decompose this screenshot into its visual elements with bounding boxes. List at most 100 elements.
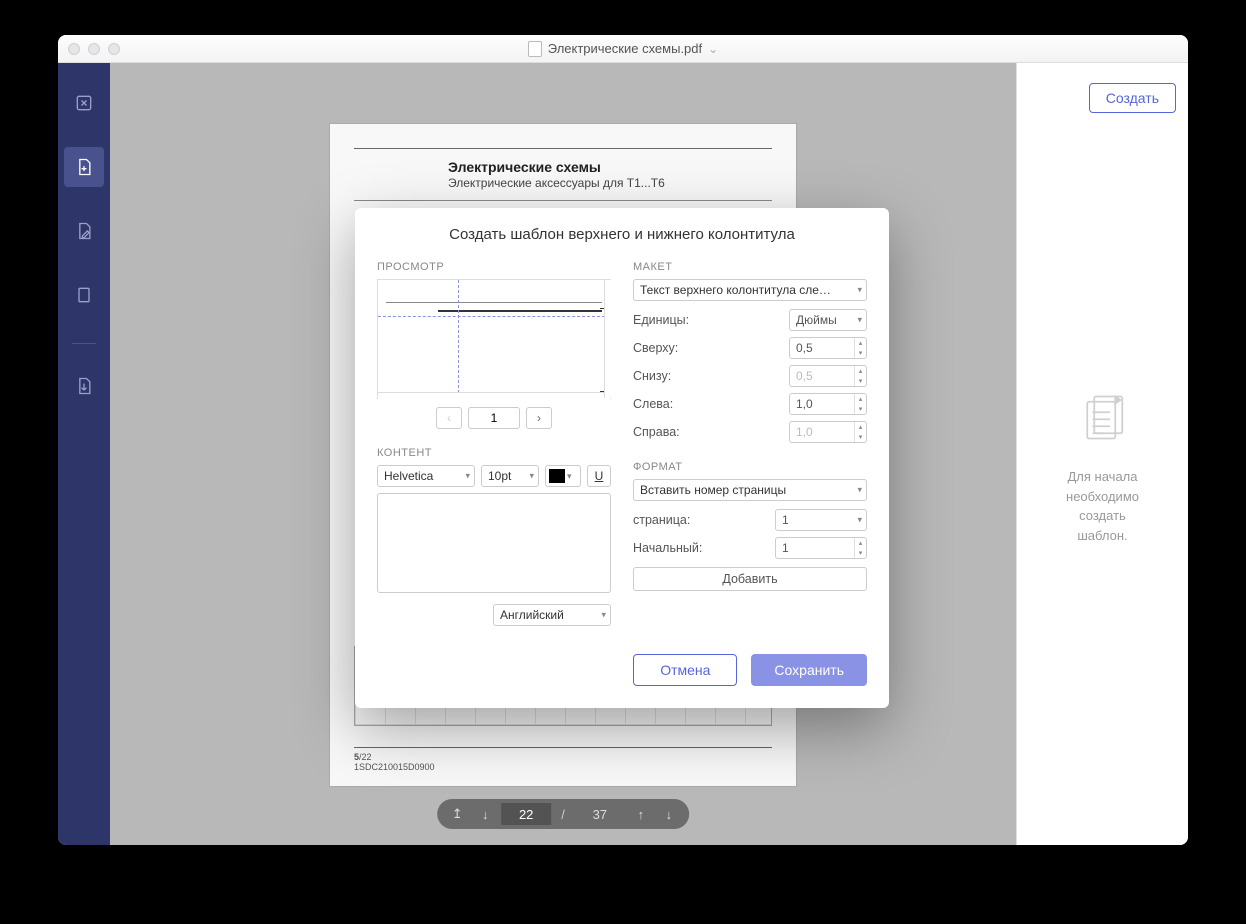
units-label: Единицы: (633, 313, 689, 327)
units-value: Дюймы (796, 313, 837, 327)
save-button[interactable]: Сохранить (751, 654, 867, 686)
section-preview-label: ПРОСМОТР (377, 261, 611, 273)
stepper-up-icon[interactable]: ▴ (855, 422, 866, 432)
units-select[interactable]: Дюймы ▾ (789, 309, 867, 331)
stepper-down-icon[interactable]: ▾ (855, 404, 866, 414)
format-page-select[interactable]: 1 ▾ (775, 509, 867, 531)
format-start-input[interactable]: 1 ▴▾ (775, 537, 867, 559)
pager-separator: / (555, 807, 571, 822)
pager-current-input[interactable] (501, 803, 551, 825)
format-start-value: 1 (782, 541, 789, 555)
font-select[interactable]: Helvetica ▾ (377, 465, 475, 487)
chevron-down-icon: ▾ (857, 285, 862, 296)
doc-footer-code: 1SDC​210015D0900 (354, 762, 435, 772)
sidebar-page-tool[interactable] (64, 275, 104, 315)
empty-line-2: необходимо (1066, 489, 1139, 504)
header-footer-dialog: Создать шаблон верхнего и нижнего колонт… (355, 208, 889, 708)
pager-up-icon[interactable]: ↑ (629, 802, 653, 826)
sidebar-export-tool[interactable] (64, 366, 104, 406)
pager-down-icon[interactable]: ↓ (657, 802, 681, 826)
font-size-select[interactable]: 10pt ▾ (481, 465, 539, 487)
dialog-title: Создать шаблон верхнего и нижнего колонт… (377, 226, 867, 243)
doc-page-title: Электрические схемы (448, 159, 772, 175)
margin-right-value: 1,0 (796, 425, 813, 439)
titlebar: Электрические схемы.pdf ⌄ (58, 35, 1188, 63)
section-layout-label: МАКЕТ (633, 261, 867, 273)
pager-total: 37 (575, 807, 625, 822)
chevron-down-icon: ▾ (529, 471, 534, 482)
sidebar-add-page-tool[interactable] (64, 147, 104, 187)
sidebar-edit-page-tool[interactable] (64, 211, 104, 251)
stepper-down-icon[interactable]: ▾ (855, 432, 866, 442)
margin-bottom-label: Снизу: (633, 369, 671, 383)
stepper-up-icon[interactable]: ▴ (855, 394, 866, 404)
empty-line-3: создать (1079, 508, 1126, 523)
cancel-button[interactable]: Отмена (633, 654, 737, 686)
language-value: Английский (500, 608, 564, 622)
margin-bottom-input[interactable]: 0,5 ▴▾ (789, 365, 867, 387)
header-position-select[interactable]: Текст верхнего колонтитула сле… ▾ (633, 279, 867, 301)
stepper-down-icon[interactable]: ▾ (855, 376, 866, 386)
margin-left-label: Слева: (633, 397, 673, 411)
templates-empty-icon (1075, 393, 1131, 449)
header-position-value: Текст верхнего колонтитула сле… (640, 283, 831, 297)
font-color-select[interactable]: ▾ (545, 465, 581, 487)
window-title-text: Электрические схемы.pdf (548, 41, 702, 56)
chevron-down-icon: ▾ (601, 610, 606, 621)
title-chevron-icon[interactable]: ⌄ (708, 42, 718, 56)
chevron-down-icon: ▾ (857, 315, 862, 326)
doc-footer-total: /22 (359, 752, 372, 762)
margin-right-label: Справа: (633, 425, 680, 439)
document-icon (528, 41, 542, 57)
format-add-button[interactable]: Добавить (633, 567, 867, 591)
stepper-up-icon[interactable]: ▴ (855, 366, 866, 376)
section-content-label: КОНТЕНТ (377, 447, 611, 459)
chevron-down-icon: ▾ (465, 471, 470, 482)
preview-prev-button[interactable]: ‹ (436, 407, 462, 429)
bottom-pager: ↥ ↓ / 37 ↑ ↓ (437, 799, 689, 829)
margin-top-value: 0,5 (796, 341, 813, 355)
empty-line-1: Для начала (1068, 469, 1138, 484)
format-page-label: страница: (633, 513, 690, 527)
margin-right-input[interactable]: 1,0 ▴▾ (789, 421, 867, 443)
stepper-down-icon[interactable]: ▾ (855, 548, 866, 558)
doc-page-subtitle: Электрические аксессуары для T1...T6 (448, 176, 772, 190)
preview-pager: ‹ › (377, 407, 611, 429)
create-template-button[interactable]: Создать (1089, 83, 1176, 113)
pager-first-icon[interactable]: ↥ (445, 802, 469, 826)
pager-prev-icon[interactable]: ↓ (473, 802, 497, 826)
margin-left-value: 1,0 (796, 397, 813, 411)
format-start-label: Начальный: (633, 541, 702, 555)
underline-button[interactable]: U (587, 465, 611, 487)
section-format-label: ФОРМАТ (633, 461, 867, 473)
preview-next-button[interactable]: › (526, 407, 552, 429)
doc-page-footer: 5/22 1SDC​210015D0900 (354, 747, 772, 772)
chevron-down-icon: ▾ (857, 515, 862, 526)
margin-bottom-value: 0,5 (796, 369, 813, 383)
margin-top-label: Сверху: (633, 341, 678, 355)
preview-page-input[interactable] (468, 407, 520, 429)
insert-format-select[interactable]: Вставить номер страницы ▾ (633, 479, 867, 501)
right-panel-empty-state: Для начала необходимо создать шаблон. (1066, 113, 1139, 825)
right-panel: Создать Для начала необходимо создать ша… (1016, 63, 1188, 845)
insert-format-value: Вставить номер страницы (640, 483, 786, 497)
chevron-down-icon: ▾ (857, 485, 862, 496)
margin-top-input[interactable]: 0,5 ▴▾ (789, 337, 867, 359)
sidebar (58, 63, 110, 845)
color-swatch-icon (549, 469, 565, 483)
format-page-value: 1 (782, 513, 789, 527)
content-textarea[interactable] (377, 493, 611, 593)
stepper-up-icon[interactable]: ▴ (855, 338, 866, 348)
sidebar-close-tool[interactable] (64, 83, 104, 123)
sidebar-separator (72, 343, 96, 344)
font-select-value: Helvetica (384, 469, 433, 483)
stepper-down-icon[interactable]: ▾ (855, 348, 866, 358)
chevron-down-icon: ▾ (567, 471, 572, 482)
margin-left-input[interactable]: 1,0 ▴▾ (789, 393, 867, 415)
stepper-up-icon[interactable]: ▴ (855, 538, 866, 548)
empty-line-4: шаблон. (1077, 528, 1127, 543)
window-title: Электрические схемы.pdf ⌄ (58, 41, 1188, 57)
preview-box (377, 279, 611, 399)
font-size-value: 10pt (488, 469, 511, 483)
language-select[interactable]: Английский ▾ (493, 604, 611, 626)
